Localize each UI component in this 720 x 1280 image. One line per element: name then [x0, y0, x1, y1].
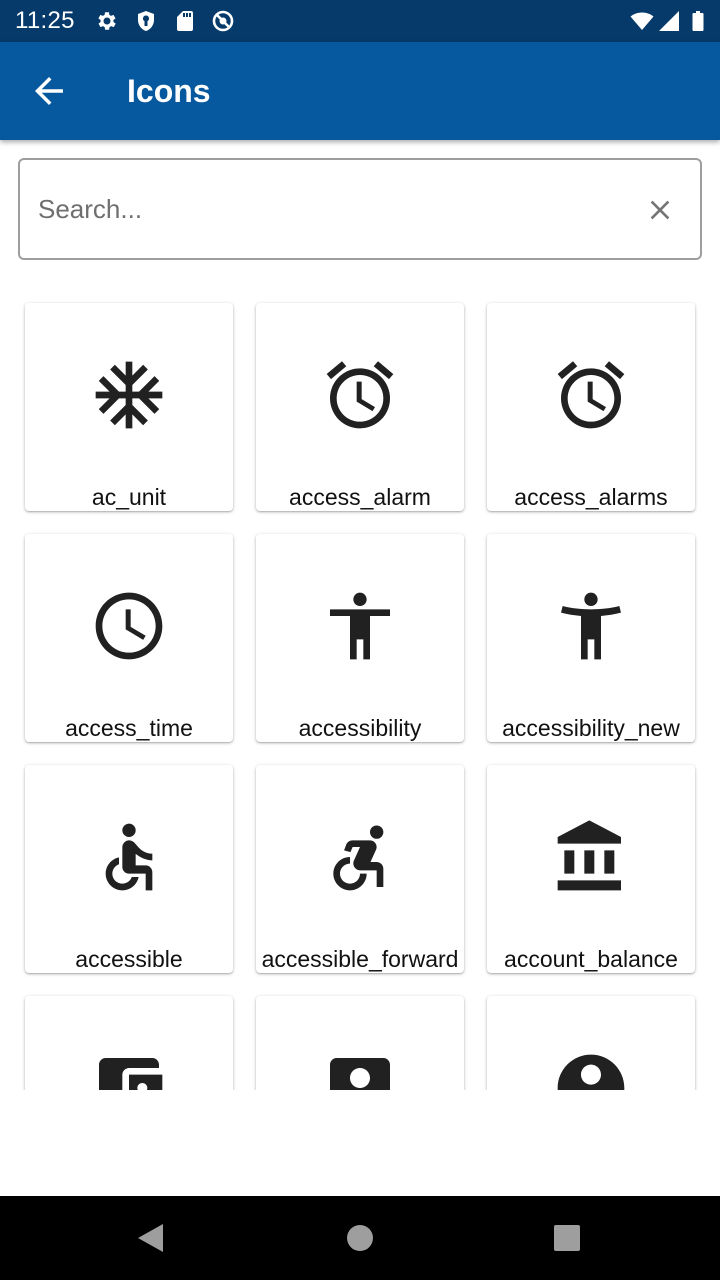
cell-signal-icon [657, 9, 681, 33]
icon-grid-viewport[interactable]: ac_unit access_alarm access_alarms acces… [0, 270, 720, 1090]
icon-card[interactable] [487, 996, 695, 1090]
icon-card[interactable]: accessibility [256, 534, 464, 742]
page-title: Icons [127, 73, 211, 109]
sd-card-icon [173, 9, 197, 33]
icon-card[interactable]: accessible_forward [256, 765, 464, 973]
icon-card-label: accessible_forward [261, 946, 459, 972]
back-triangle-icon[interactable] [130, 1218, 170, 1258]
icon-card-label: access_alarms [514, 484, 668, 510]
icon-card[interactable]: accessible [25, 765, 233, 973]
wallet-icon [89, 1048, 169, 1090]
alarm-icon [551, 355, 631, 435]
search-box [18, 158, 702, 260]
battery-icon [686, 9, 710, 33]
search-input[interactable] [38, 184, 618, 234]
close-icon[interactable] [644, 194, 676, 226]
icon-card[interactable]: access_alarm [256, 303, 464, 511]
recents-square-icon[interactable] [547, 1218, 587, 1258]
icon-card[interactable]: access_alarms [487, 303, 695, 511]
status-bar: 11:25 [0, 0, 720, 42]
icon-card-label: accessibility [298, 715, 422, 741]
icon-card-label: accessible [75, 946, 183, 972]
clock-icon [89, 586, 169, 666]
icon-card[interactable]: account_balance [487, 765, 695, 973]
icon-card[interactable]: access_time [25, 534, 233, 742]
system-nav-bar [0, 1196, 720, 1280]
arrow-back-icon[interactable] [28, 70, 70, 112]
ac-unit-icon [89, 355, 169, 435]
icon-card[interactable]: accessibility_new [487, 534, 695, 742]
home-circle-icon[interactable] [340, 1218, 380, 1258]
icon-card[interactable] [25, 996, 233, 1090]
shield-icon [134, 9, 158, 33]
alarm-icon [320, 355, 400, 435]
icon-card-label: access_alarm [289, 484, 431, 510]
icon-grid: ac_unit access_alarm access_alarms acces… [25, 303, 695, 1090]
status-time: 11:25 [15, 7, 75, 34]
icon-card[interactable] [256, 996, 464, 1090]
icon-card[interactable]: ac_unit [25, 303, 233, 511]
wifi-icon [630, 9, 654, 33]
wheelchair-forward-icon [320, 817, 400, 897]
bank-icon [551, 817, 631, 897]
no-sync-icon [211, 9, 235, 33]
settings-icon [95, 9, 119, 33]
app-bar: Icons [0, 42, 720, 140]
icon-card-label: ac_unit [91, 484, 167, 510]
accessibility-icon [320, 586, 400, 666]
wheelchair-icon [89, 817, 169, 897]
icon-card-label: accessibility_new [502, 715, 680, 741]
icon-card-label: access_time [65, 715, 193, 741]
account-box-icon [320, 1048, 400, 1090]
accessibility-new-icon [551, 586, 631, 666]
account-circle-icon [551, 1048, 631, 1090]
icon-card-label: account_balance [504, 946, 678, 972]
